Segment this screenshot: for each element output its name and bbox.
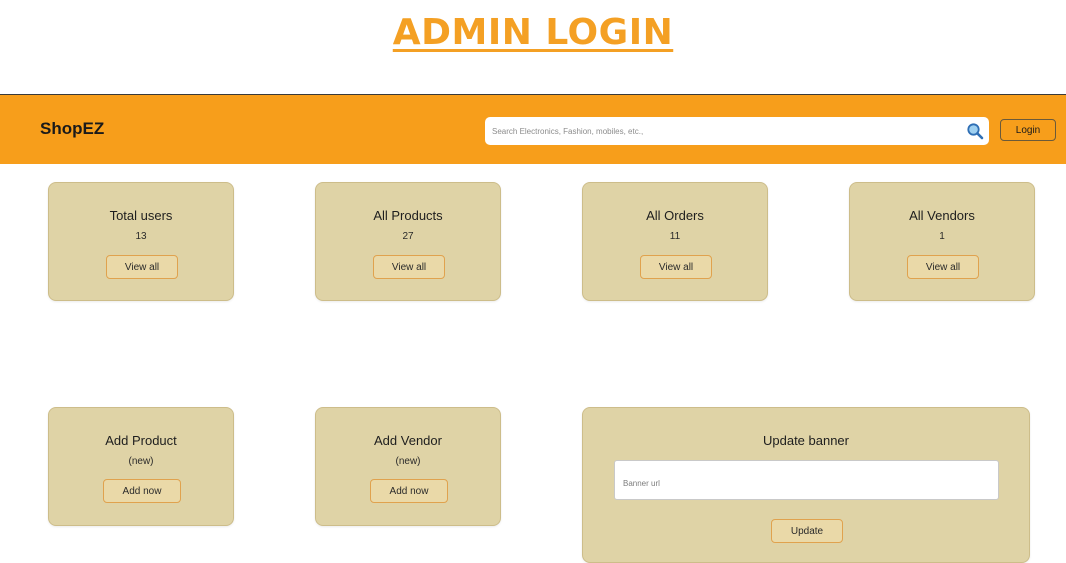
- card-title: Update banner: [762, 433, 849, 448]
- view-all-products-button[interactable]: View all: [373, 255, 445, 279]
- search-icon-glyph: [967, 123, 984, 140]
- update-banner-button[interactable]: Update: [771, 519, 843, 543]
- card-title: All Products: [373, 208, 443, 223]
- card-add-product: Add Product (new) Add now: [48, 407, 234, 526]
- card-title: Add Product: [105, 433, 177, 448]
- card-subtitle: (new): [395, 456, 421, 467]
- card-title: All Orders: [646, 208, 704, 223]
- card-count: 13: [135, 231, 147, 242]
- view-all-users-button[interactable]: View all: [106, 255, 178, 279]
- card-title: Add Vendor: [374, 433, 442, 448]
- view-all-orders-button[interactable]: View all: [640, 255, 712, 279]
- card-all-products: All Products 27 View all: [315, 182, 501, 301]
- search-bar: [485, 117, 989, 145]
- add-product-button[interactable]: Add now: [103, 479, 181, 503]
- search-input[interactable]: [485, 117, 961, 145]
- view-all-vendors-button[interactable]: View all: [907, 255, 979, 279]
- card-count: 27: [402, 231, 414, 242]
- card-all-orders: All Orders 11 View all: [582, 182, 768, 301]
- page-title: ADMIN LOGIN: [0, 12, 1066, 53]
- brand-logo[interactable]: ShopEZ: [40, 119, 104, 139]
- card-title: All Vendors: [909, 208, 975, 223]
- card-update-banner: Update banner Update: [582, 407, 1030, 563]
- login-button[interactable]: Login: [1000, 119, 1056, 141]
- card-count: 1: [939, 231, 945, 242]
- card-count: 11: [669, 231, 681, 242]
- card-add-vendor: Add Vendor (new) Add now: [315, 407, 501, 526]
- banner-url-input[interactable]: [614, 460, 999, 500]
- card-subtitle: (new): [128, 456, 154, 467]
- card-all-vendors: All Vendors 1 View all: [849, 182, 1035, 301]
- navbar: ShopEZ Login: [0, 94, 1066, 164]
- card-total-users: Total users 13 View all: [48, 182, 234, 301]
- card-title: Total users: [109, 208, 173, 223]
- page-title-text: ADMIN LOGIN: [392, 12, 674, 53]
- add-vendor-button[interactable]: Add now: [370, 479, 448, 503]
- search-icon[interactable]: [961, 117, 989, 145]
